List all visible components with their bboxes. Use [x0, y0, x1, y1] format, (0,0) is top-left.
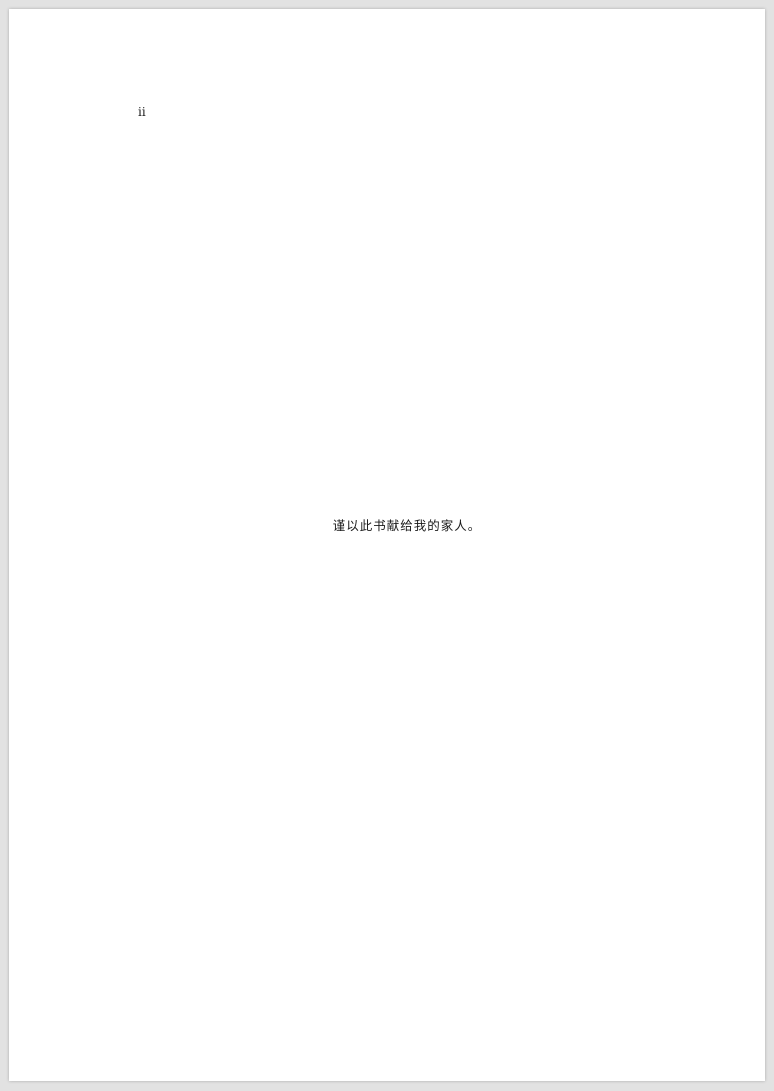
dedication-text: 谨以此书献给我的家人。: [332, 518, 482, 533]
document-page: ii 谨以此书献给我的家人。: [9, 9, 765, 1081]
page-number: ii: [138, 105, 146, 119]
document-viewer: ii 谨以此书献给我的家人。: [0, 0, 774, 1091]
